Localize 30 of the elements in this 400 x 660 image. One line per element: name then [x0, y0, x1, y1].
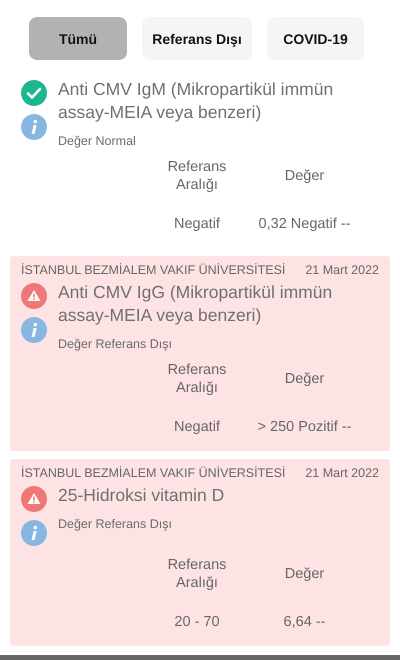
test-name: Anti CMV IgG (Mikropartikül immün assay-MEIA veya benzeri)	[58, 281, 334, 327]
info-icon[interactable]	[21, 114, 47, 140]
result-date: 21 Mart 2022	[305, 466, 379, 480]
result-value: 0,32 Negatif --	[258, 216, 352, 232]
test-name: 25-Hidroksi vitamin D	[58, 484, 226, 507]
column-header: Değer	[284, 168, 326, 184]
column-header: Referans Aralığı	[166, 158, 228, 194]
institution-name: İSTANBUL BEZMİALEM VAKIF ÜNİVERSİTESİ	[21, 466, 286, 480]
info-icon[interactable]	[21, 520, 47, 546]
status-text: Değer Referans Dışı	[58, 337, 173, 351]
institution-name: İSTANBUL BEZMİALEM VAKIF ÜNİVERSİTESİ	[21, 263, 286, 277]
status-text: Değer Referans Dışı	[58, 517, 173, 531]
column-header: Değer	[284, 566, 326, 582]
filter-tab[interactable]: Referans Dışı	[142, 17, 252, 60]
filter-tab[interactable]: Tümü	[29, 17, 127, 60]
reference-range: Negatif	[173, 419, 221, 435]
column-header: Referans Aralığı	[166, 556, 228, 592]
column-header: Referans Aralığı	[166, 361, 228, 397]
column-header: Değer	[284, 371, 326, 387]
reference-range: Negatif	[173, 216, 221, 232]
reference-range: 20 - 70	[173, 614, 221, 630]
filter-tab[interactable]: COVID-19	[267, 17, 364, 60]
warning-icon	[21, 283, 47, 309]
status-text: Değer Normal	[58, 134, 137, 148]
result-value: 6,64 --	[282, 614, 326, 630]
result-value: > 250 Pozitif --	[256, 419, 352, 435]
result-date: 21 Mart 2022	[305, 263, 379, 277]
info-icon[interactable]	[21, 317, 47, 343]
test-name: Anti CMV IgM (Mikropartikül immün assay-MEIA veya benzeri)	[58, 78, 334, 124]
warning-icon	[21, 486, 47, 512]
